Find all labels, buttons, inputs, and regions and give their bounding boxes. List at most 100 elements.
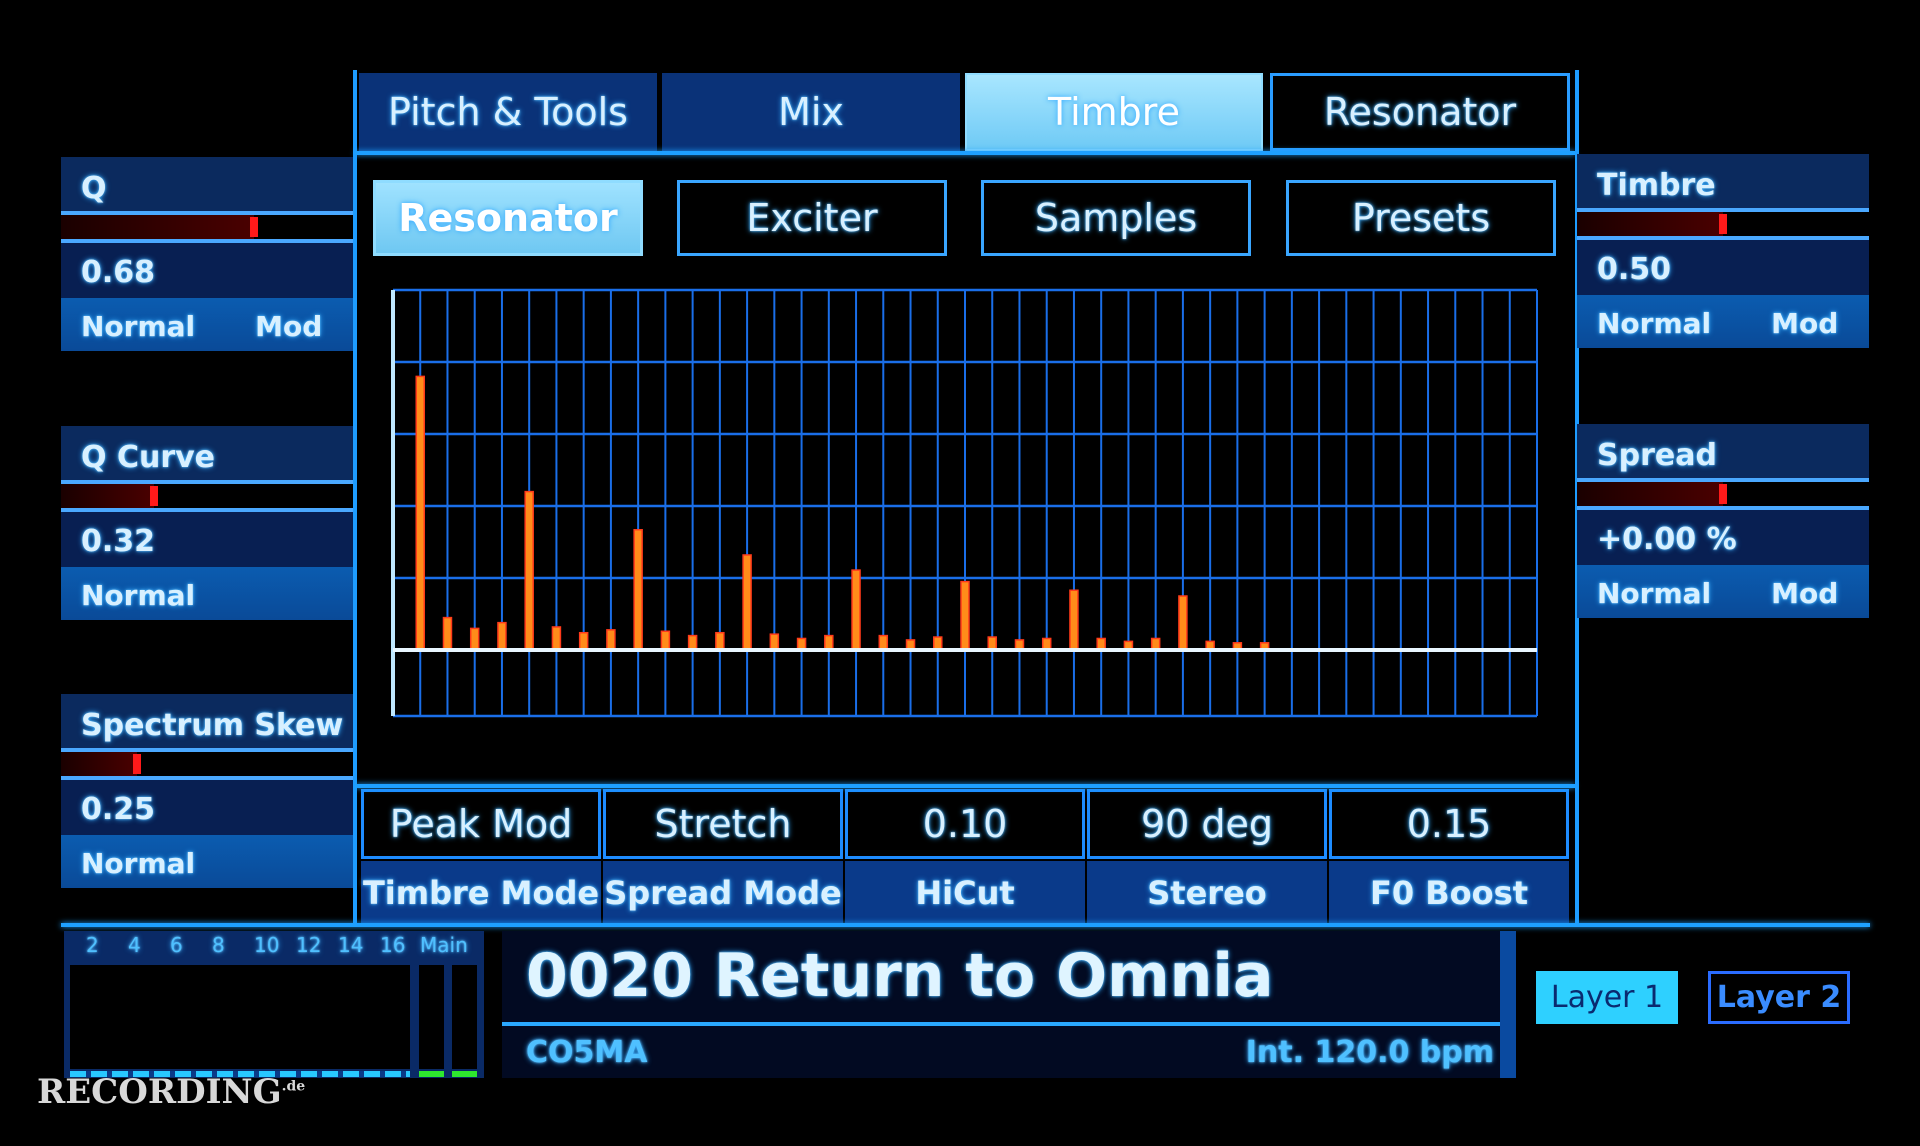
spectrum-bar [606,629,616,651]
panel-slider[interactable] [1577,478,1869,510]
panel-value[interactable]: +0.00 % [1577,510,1869,565]
subtab-samples[interactable]: Samples [981,180,1251,256]
panel-slider[interactable] [61,480,353,512]
tab-pitch-tools[interactable]: Pitch & Tools [359,73,657,151]
mode-row: Normal Mod [1577,565,1869,618]
scrollbar[interactable] [1500,931,1516,1078]
subtab-exciter[interactable]: Exciter [677,180,947,256]
bottom-divider [61,923,1870,927]
meter-main-label: Main [420,933,468,957]
spectrum-bar [551,626,562,651]
level-meter: 2 4 6 8 10 12 14 16 Main [64,931,484,1078]
mode-normal[interactable]: Normal [81,847,195,888]
divider [355,784,1575,788]
param-value[interactable]: Stretch [603,789,843,859]
mode-normal[interactable]: Normal [1597,577,1711,618]
spectrum-bar [1069,589,1079,651]
spectrum-bar [1178,595,1188,651]
preset-display: 0020 Return to Omnia CO5MA Int. 120.0 bp… [502,931,1500,1078]
panel-value[interactable]: 0.68 [61,243,353,298]
tab-resonator[interactable]: Resonator [1270,73,1570,151]
mode-mod[interactable]: Mod [255,310,322,351]
layer-2-button[interactable]: Layer 2 [1708,971,1850,1024]
param-panel-spread: Spread +0.00 % Normal Mod [1577,424,1869,618]
mode-row: Normal [61,567,353,620]
slider-fill [61,215,254,239]
slider-fill [1577,482,1723,506]
mode-row: Normal [61,835,353,888]
meter-channel-label: 8 [212,933,225,957]
panel-slider[interactable] [61,211,353,243]
mode-mod[interactable]: Mod [1771,307,1838,348]
param-panel-q-curve: Q Curve 0.32 Normal [61,426,353,620]
spectrum-bar [578,631,589,651]
panel-slider[interactable] [61,748,353,780]
param-panel-q: Q 0.68 Normal Mod [61,157,353,351]
slider-handle[interactable] [1719,484,1727,504]
meter-channel-label: 16 [380,933,406,957]
meter-channel-label: 12 [296,933,322,957]
tab-timbre[interactable]: Timbre [965,73,1263,151]
slider-handle[interactable] [1719,214,1727,234]
param-label: Spread Mode [603,861,843,925]
slider-fill [61,484,155,508]
param-panel-spectrum-skew: Spectrum Skew 0.25 Normal [61,694,353,888]
param-label: F0 Boost [1329,861,1569,925]
mode-row: Normal Mod [61,298,353,351]
spectrum-chart [391,288,1538,718]
spectrum-bar [960,580,970,651]
subtab-presets[interactable]: Presets [1286,180,1556,256]
param-value[interactable]: Peak Mod [361,789,601,859]
param-label: Timbre Mode [361,861,601,925]
meter-channel-label: 10 [254,933,280,957]
panel-value[interactable]: 0.50 [1577,240,1869,295]
divider [355,151,1575,155]
meter-channel-label: 14 [338,933,364,957]
mode-mod[interactable]: Mod [1771,577,1838,618]
panel-title: Q [61,157,353,211]
panel-value[interactable]: 0.25 [61,780,353,835]
spectrum-bar [660,630,671,651]
spectrum-bar [442,616,453,651]
panel-title: Q Curve [61,426,353,480]
tab-mix[interactable]: Mix [662,73,960,151]
mode-normal[interactable]: Normal [81,310,195,351]
spectrum-bar [415,375,425,651]
spectrum-bar [469,627,480,651]
slider-fill [61,752,137,776]
subtab-resonator[interactable]: Resonator [373,180,643,256]
preset-category: CO5MA [526,1035,648,1070]
param-value[interactable]: 90 deg [1087,789,1327,859]
spectrum-bar [769,633,780,651]
slider-handle[interactable] [132,754,141,774]
meter-channel-label: 2 [86,933,99,957]
panel-title: Timbre [1577,154,1869,208]
panel-title: Spread [1577,424,1869,478]
slider-handle[interactable] [249,217,258,237]
spectrum-bar [687,634,698,651]
spectrum-bar [878,634,889,651]
meter-channel-label: 6 [170,933,183,957]
param-value[interactable]: 0.15 [1329,789,1569,859]
slider-handle[interactable] [150,486,159,506]
param-panel-timbre: Timbre 0.50 Normal Mod [1577,154,1869,348]
param-label: Stereo [1087,861,1327,925]
layer-1-button[interactable]: Layer 1 [1536,971,1678,1024]
param-label: HiCut [845,861,1085,925]
mode-normal[interactable]: Normal [1597,307,1711,348]
spectrum-bar [497,621,507,651]
panel-slider[interactable] [1577,208,1869,240]
param-value[interactable]: 0.10 [845,789,1085,859]
watermark-logo: RECORDING.de [37,1072,306,1112]
spectrum-bar [524,490,534,651]
mode-normal[interactable]: Normal [81,579,195,620]
preset-name: 0020 Return to Omnia [526,941,1274,1011]
panel-value[interactable]: 0.32 [61,512,353,567]
spectrum-bar [824,634,834,651]
spectrum-bar [851,569,861,651]
panel-title: Spectrum Skew [61,694,353,748]
spectrum-bar [742,554,752,651]
slider-fill [1577,212,1723,236]
meter-channel-label: 4 [128,933,141,957]
spectrum-bar [715,631,725,651]
